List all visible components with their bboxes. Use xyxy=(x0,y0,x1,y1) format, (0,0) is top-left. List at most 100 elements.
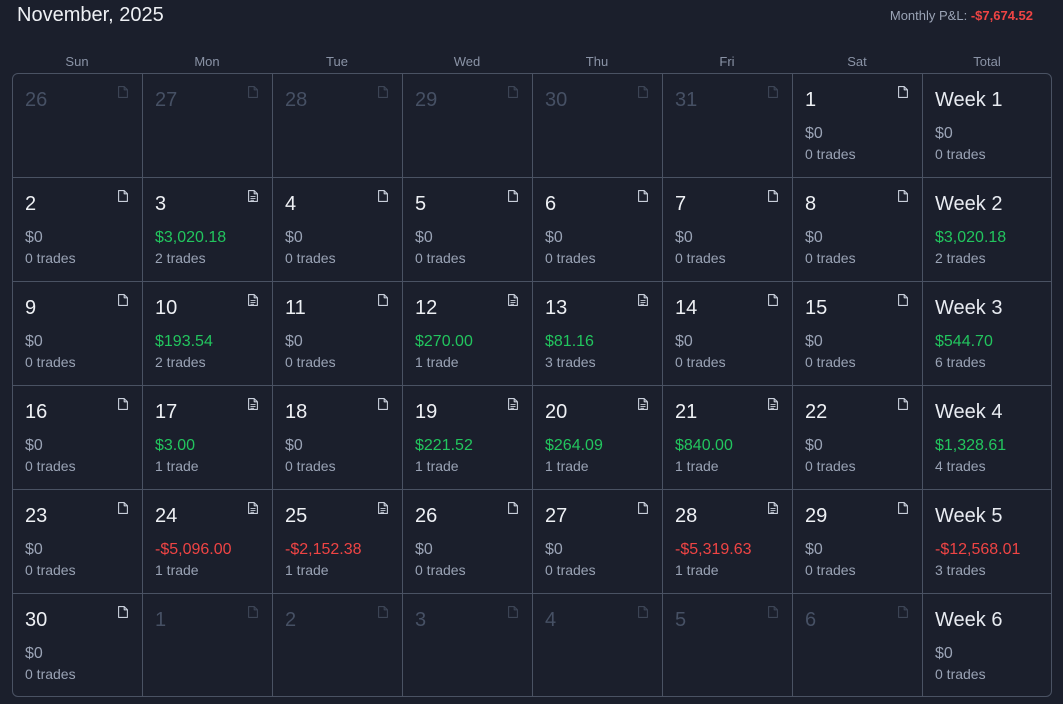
day-number: 28 xyxy=(675,505,698,527)
journal-note-icon[interactable] xyxy=(768,502,778,514)
empty-note-icon[interactable] xyxy=(768,86,778,98)
journal-note-icon[interactable] xyxy=(508,398,518,410)
day-cell[interactable]: 15 $0 0 trades xyxy=(793,282,923,386)
day-cell[interactable]: 1 $0 0 trades xyxy=(793,74,923,178)
day-number: 2 xyxy=(285,609,297,631)
day-trade-count: 1 trade xyxy=(285,562,329,578)
empty-note-icon[interactable] xyxy=(508,502,518,514)
day-cell[interactable]: 3 $3,020.18 2 trades xyxy=(143,178,273,282)
empty-note-icon[interactable] xyxy=(118,294,128,306)
day-cell[interactable]: 12 $270.00 1 trade xyxy=(403,282,533,386)
day-cell[interactable]: 6 $0 0 trades xyxy=(533,178,663,282)
journal-note-icon[interactable] xyxy=(638,398,648,410)
day-cell[interactable]: 26 $0 0 trades xyxy=(403,490,533,594)
day-cell[interactable]: 29 $0 0 trades xyxy=(793,490,923,594)
empty-note-icon[interactable] xyxy=(118,86,128,98)
empty-note-icon[interactable] xyxy=(638,606,648,618)
empty-note-icon[interactable] xyxy=(378,86,388,98)
day-cell[interactable]: 9 $0 0 trades xyxy=(13,282,143,386)
week-total-cell: Week 6 $0 0 trades xyxy=(923,594,1051,696)
day-cell[interactable]: 27 $0 0 trades xyxy=(533,490,663,594)
empty-note-icon[interactable] xyxy=(898,606,908,618)
day-cell[interactable]: 28 -$5,319.63 1 trade xyxy=(663,490,793,594)
day-cell[interactable]: 26 xyxy=(13,74,143,178)
day-pnl: $0 xyxy=(285,229,303,246)
day-cell[interactable]: 25 -$2,152.38 1 trade xyxy=(273,490,403,594)
day-pnl: $0 xyxy=(805,125,823,142)
empty-note-icon[interactable] xyxy=(898,86,908,98)
day-cell[interactable]: 13 $81.16 3 trades xyxy=(533,282,663,386)
day-cell[interactable]: 4 xyxy=(533,594,663,696)
day-pnl: $0 xyxy=(805,333,823,350)
day-number: 12 xyxy=(415,297,438,319)
empty-note-icon[interactable] xyxy=(768,190,778,202)
day-number: 8 xyxy=(805,193,817,215)
empty-note-icon[interactable] xyxy=(638,86,648,98)
empty-note-icon[interactable] xyxy=(768,606,778,618)
day-cell[interactable]: 24 -$5,096.00 1 trade xyxy=(143,490,273,594)
empty-note-icon[interactable] xyxy=(638,190,648,202)
day-number: 9 xyxy=(25,297,37,319)
day-cell[interactable]: 20 $264.09 1 trade xyxy=(533,386,663,490)
day-cell[interactable]: 16 $0 0 trades xyxy=(13,386,143,490)
day-cell[interactable]: 27 xyxy=(143,74,273,178)
day-cell[interactable]: 21 $840.00 1 trade xyxy=(663,386,793,490)
day-pnl: $3.00 xyxy=(155,437,196,454)
day-cell[interactable]: 28 xyxy=(273,74,403,178)
empty-note-icon[interactable] xyxy=(898,502,908,514)
empty-note-icon[interactable] xyxy=(378,606,388,618)
journal-note-icon[interactable] xyxy=(248,294,258,306)
week-trade-count: 0 trades xyxy=(935,666,986,682)
empty-note-icon[interactable] xyxy=(898,294,908,306)
journal-note-icon[interactable] xyxy=(508,294,518,306)
journal-note-icon[interactable] xyxy=(248,502,258,514)
day-cell[interactable]: 3 xyxy=(403,594,533,696)
empty-note-icon[interactable] xyxy=(508,190,518,202)
day-cell[interactable]: 31 xyxy=(663,74,793,178)
empty-note-icon[interactable] xyxy=(378,190,388,202)
day-cell[interactable]: 6 xyxy=(793,594,923,696)
day-cell[interactable]: 18 $0 0 trades xyxy=(273,386,403,490)
day-cell[interactable]: 11 $0 0 trades xyxy=(273,282,403,386)
day-cell[interactable]: 10 $193.54 2 trades xyxy=(143,282,273,386)
day-cell[interactable]: 29 xyxy=(403,74,533,178)
day-cell[interactable]: 1 xyxy=(143,594,273,696)
empty-note-icon[interactable] xyxy=(118,398,128,410)
journal-note-icon[interactable] xyxy=(768,398,778,410)
empty-note-icon[interactable] xyxy=(638,502,648,514)
day-cell[interactable]: 17 $3.00 1 trade xyxy=(143,386,273,490)
day-cell[interactable]: 22 $0 0 trades xyxy=(793,386,923,490)
day-cell[interactable]: 30 $0 0 trades xyxy=(13,594,143,696)
day-cell[interactable]: 23 $0 0 trades xyxy=(13,490,143,594)
empty-note-icon[interactable] xyxy=(898,190,908,202)
empty-note-icon[interactable] xyxy=(508,606,518,618)
day-cell[interactable]: 5 $0 0 trades xyxy=(403,178,533,282)
day-cell[interactable]: 7 $0 0 trades xyxy=(663,178,793,282)
journal-note-icon[interactable] xyxy=(638,294,648,306)
week-total-cell: Week 2 $3,020.18 2 trades xyxy=(923,178,1051,282)
day-number: 26 xyxy=(415,505,438,527)
journal-note-icon[interactable] xyxy=(248,190,258,202)
day-cell[interactable]: 8 $0 0 trades xyxy=(793,178,923,282)
empty-note-icon[interactable] xyxy=(118,190,128,202)
day-cell[interactable]: 2 xyxy=(273,594,403,696)
day-cell[interactable]: 19 $221.52 1 trade xyxy=(403,386,533,490)
empty-note-icon[interactable] xyxy=(378,294,388,306)
empty-note-icon[interactable] xyxy=(768,294,778,306)
day-cell[interactable]: 14 $0 0 trades xyxy=(663,282,793,386)
day-cell[interactable]: 4 $0 0 trades xyxy=(273,178,403,282)
day-cell[interactable]: 5 xyxy=(663,594,793,696)
calendar-grid: 26 27 28 29 30 31 1 $0 0 trades Week 1 $0 0 trades 2… xyxy=(12,73,1052,697)
empty-note-icon[interactable] xyxy=(378,398,388,410)
empty-note-icon[interactable] xyxy=(118,606,128,618)
day-cell[interactable]: 30 xyxy=(533,74,663,178)
week-trade-count: 2 trades xyxy=(935,250,986,266)
journal-note-icon[interactable] xyxy=(248,398,258,410)
empty-note-icon[interactable] xyxy=(898,398,908,410)
empty-note-icon[interactable] xyxy=(248,606,258,618)
day-cell[interactable]: 2 $0 0 trades xyxy=(13,178,143,282)
empty-note-icon[interactable] xyxy=(248,86,258,98)
empty-note-icon[interactable] xyxy=(118,502,128,514)
empty-note-icon[interactable] xyxy=(508,86,518,98)
journal-note-icon[interactable] xyxy=(378,502,388,514)
